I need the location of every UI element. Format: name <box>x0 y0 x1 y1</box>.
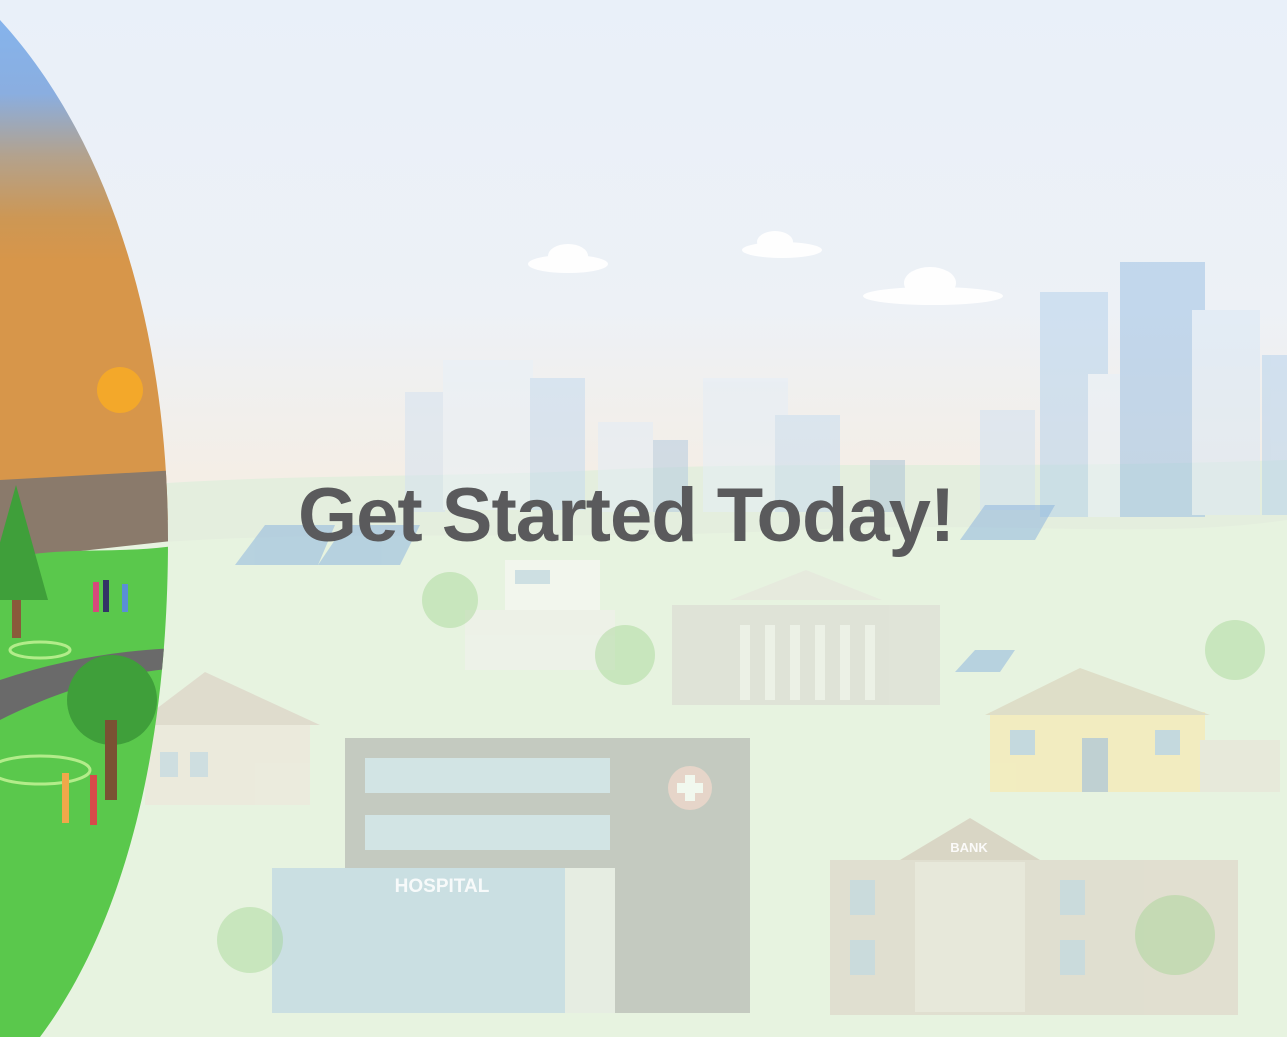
bank-sign: BANK <box>950 840 988 855</box>
hospital-sign: HOSPITAL <box>395 876 490 897</box>
sun-icon <box>97 367 143 413</box>
headline-title: Get Started Today! <box>298 473 955 558</box>
